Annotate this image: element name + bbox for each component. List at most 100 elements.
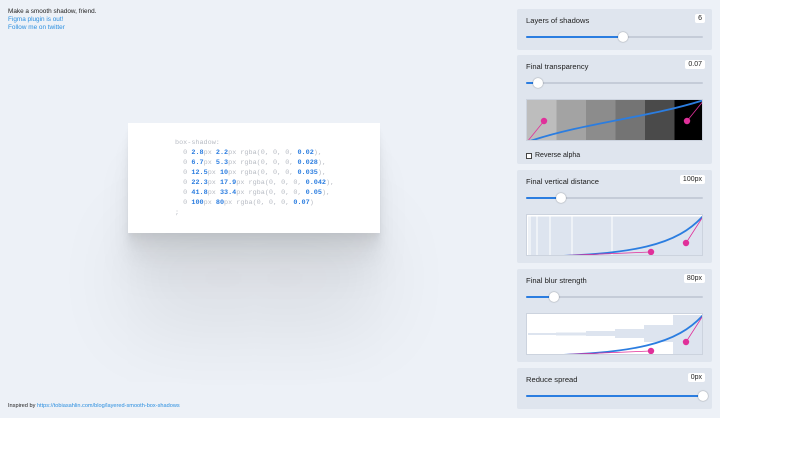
code-property: box-shadow: [175,139,220,147]
code-x-offset: 0 [183,179,188,187]
code-opacity: 0.07 [293,199,310,207]
code-opacity: 0.035 [297,169,318,177]
code-shadow-layer: 0 2.8px 2.2px rgba(0, 0, 0, 0.02), [183,149,322,157]
distance-curve-editor[interactable] [526,214,703,256]
panel-blur-strength: Final blur strength 80px [517,269,712,362]
spread-slider-fill [526,395,703,397]
code-blur: 5.3 [215,159,229,167]
distance-handle-end[interactable] [682,239,690,247]
spread-value-field[interactable]: 0px [687,373,705,382]
blur-bar-3 [586,331,615,336]
distance-curve-start-point [527,255,529,256]
code-separator: , [326,189,331,197]
blur-slider-thumb[interactable] [549,292,560,302]
reverse-alpha-checkbox[interactable] [526,152,532,159]
code-x-offset: 0 [183,199,188,207]
distance-handle-start[interactable] [647,248,655,255]
code-x-offset: 0 [183,169,188,177]
transparency-title: Final transparency [526,62,589,71]
transparency-swatch-5 [645,100,675,140]
transparency-curve-start-point [527,140,529,141]
transparency-value-field[interactable]: 0.07 [685,60,705,69]
shadow-preview-card: box-shadow: 0 2.8px 2.2px rgba(0, 0, 0, … [128,123,380,233]
code-x-offset: 0 [183,159,188,167]
code-shadow-layer: 0 6.7px 5.3px rgba(0, 0, 0, 0.028), [183,159,327,167]
blur-handle-end[interactable] [682,338,690,346]
layers-title: Layers of shadows [526,16,590,25]
distance-slider-thumb[interactable] [556,193,567,203]
transparency-swatch-2 [556,100,587,140]
code-x-offset: 0 [183,189,188,197]
panel-vertical-distance: Final vertical distance 100px [517,170,712,263]
panel-reduce-spread: Reduce spread 0px [517,368,712,409]
layers-value-field[interactable]: 6 [695,14,705,23]
code-blur: 80 [215,199,225,207]
distance-bar-5 [571,215,613,255]
code-y-offset: 100 [191,199,204,207]
code-y-offset: 22.3 [191,179,208,187]
distance-slider[interactable] [526,193,703,203]
blur-handle-start[interactable] [647,347,655,354]
figma-plugin-link[interactable]: Figma plugin is out! [8,16,96,24]
code-blur: 33.4 [219,189,237,197]
code-separator: , [321,169,327,177]
code-shadow-layer: 0 100px 80px rgba(0, 0, 0, 0.07) [183,199,314,207]
credit-link[interactable]: https://tobiasahlin.com/blog/layered-smo… [37,403,180,409]
code-y-offset: 6.7 [191,159,204,167]
layers-slider[interactable] [526,32,703,42]
blur-slider[interactable] [526,292,703,302]
transparency-curve-editor[interactable] [526,99,703,141]
code-x-offset: 0 [183,149,188,157]
app-canvas: Make a smooth shadow, friend. Figma plug… [0,0,720,418]
panel-layers: Layers of shadows 6 [517,9,712,50]
spread-title: Reduce spread [526,375,578,384]
reverse-alpha-label: Reverse alpha [535,152,581,159]
transparency-handle-end[interactable] [683,117,691,125]
intro-tagline: Make a smooth shadow, friend. [8,8,97,15]
distance-value-field[interactable]: 100px [679,175,705,184]
code-y-offset: 41.8 [191,189,208,197]
transparency-slider-thumb[interactable] [533,78,544,88]
blur-bar-4 [615,329,644,338]
blur-value-field[interactable]: 80px [683,274,705,283]
code-opacity: 0.028 [297,159,318,167]
code-y-offset: 2.8 [191,149,204,157]
code-shadow-layer: 0 41.8px 33.4px rgba(0, 0, 0, 0.05), [183,189,331,197]
code-terminator: ; [175,209,180,217]
reverse-alpha-toggle[interactable]: Reverse alpha [526,152,580,159]
blur-bar-1 [528,333,556,335]
code-blur: 10 [219,169,229,177]
blur-bar-5 [644,325,673,342]
distance-curve-end-point [702,215,703,217]
code-opacity: 0.05 [305,189,322,197]
transparency-curve-end-point [702,100,703,102]
code-separator: , [330,179,335,187]
code-shadow-layer: 0 12.5px 10px rgba(0, 0, 0, 0.035), [183,169,327,177]
distance-bar-4 [549,215,573,255]
blur-curve-end-point [702,314,703,316]
credit-line: Inspired by https://tobiasahlin.com/blog… [8,403,180,409]
css-code-block[interactable]: box-shadow: 0 2.8px 2.2px rgba(0, 0, 0, … [175,138,334,218]
panel-transparency: Final transparency 0.07 Reverse alpha [517,55,712,164]
spread-slider-thumb[interactable] [698,391,708,401]
distance-title: Final vertical distance [526,177,600,186]
twitter-link[interactable]: Follow me on twitter [8,24,96,32]
credit-prefix: Inspired by [8,403,36,409]
blur-curve-editor[interactable] [526,313,703,355]
blur-title: Final blur strength [526,276,587,285]
spread-slider[interactable] [526,391,708,401]
code-separator: , [321,159,327,167]
intro-block: Make a smooth shadow, friend. Figma plug… [8,8,96,32]
code-shadow-layer: 0 22.3px 17.9px rgba(0, 0, 0, 0.042), [183,179,335,187]
code-opacity: 0.042 [305,179,327,187]
distance-bar-3 [536,215,551,255]
layers-slider-thumb[interactable] [618,32,629,42]
transparency-handle-start[interactable] [540,117,548,125]
code-y-offset: 12.5 [191,169,208,177]
transparency-slider[interactable] [526,78,703,88]
code-blur: 2.2 [215,149,229,157]
code-separator: , [317,149,322,157]
blur-curve-start-point [527,354,529,355]
code-blur: 17.9 [219,179,237,187]
layers-slider-fill [526,36,624,38]
